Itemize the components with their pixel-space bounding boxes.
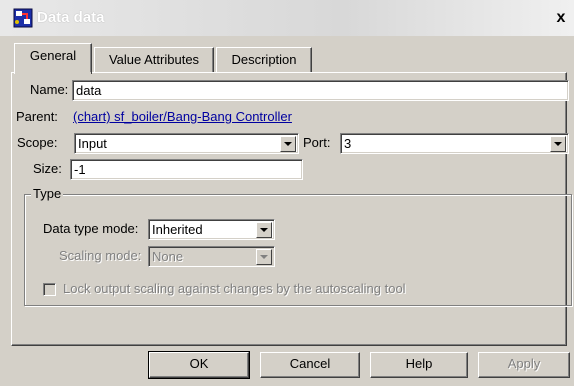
- ok-button[interactable]: OK: [148, 351, 250, 379]
- cancel-button-label: Cancel: [289, 356, 331, 371]
- window-title: Data data: [37, 9, 105, 26]
- help-button-label: Help: [405, 356, 433, 371]
- chevron-down-icon[interactable]: [280, 136, 296, 152]
- scaling-mode-dropdown: None: [148, 246, 275, 267]
- scope-dropdown[interactable]: Input: [74, 133, 299, 154]
- ok-button-label: OK: [189, 356, 209, 371]
- chevron-down-icon[interactable]: [550, 136, 566, 152]
- stateflow-chart-icon: [13, 8, 33, 28]
- port-label: Port:: [303, 135, 331, 150]
- tab-value-attributes[interactable]: Value Attributes: [94, 47, 214, 74]
- lock-scaling-checkbox[interactable]: [43, 283, 56, 296]
- apply-button[interactable]: Apply: [478, 352, 570, 378]
- tab-general-label: General: [29, 48, 77, 63]
- apply-button-label: Apply: [507, 356, 541, 371]
- scaling-mode-value: None: [152, 249, 184, 264]
- chevron-down-icon: [256, 249, 272, 265]
- tab-description[interactable]: Description: [216, 47, 312, 74]
- name-field[interactable]: data: [72, 80, 569, 101]
- scope-label: Scope:: [17, 135, 58, 150]
- cancel-button[interactable]: Cancel: [260, 352, 360, 378]
- name-label: Name:: [30, 82, 69, 97]
- scope-value: Input: [78, 136, 107, 151]
- port-dropdown[interactable]: 3: [340, 133, 569, 154]
- parent-label: Parent:: [16, 109, 58, 124]
- port-value: 3: [344, 136, 352, 151]
- tab-general[interactable]: General: [14, 43, 92, 74]
- data-type-mode-dropdown[interactable]: Inherited: [148, 219, 275, 240]
- help-button[interactable]: Help: [370, 352, 468, 378]
- tab-description-label: Description: [231, 52, 297, 67]
- chevron-down-icon[interactable]: [256, 222, 272, 238]
- close-icon[interactable]: x: [552, 8, 570, 28]
- scaling-mode-label: Scaling mode:: [59, 248, 142, 263]
- title-bar[interactable]: Data data x: [0, 0, 574, 36]
- lock-scaling-label: Lock output scaling against changes by t…: [63, 281, 406, 296]
- size-label: Size:: [33, 161, 62, 176]
- size-field[interactable]: -1: [70, 159, 303, 180]
- data-type-mode-label: Data type mode:: [43, 221, 139, 236]
- type-group-title: Type: [31, 186, 64, 202]
- parent-link[interactable]: (chart) sf_boiler/Bang-Bang Controller: [73, 107, 292, 127]
- data-type-mode-value: Inherited: [152, 222, 203, 237]
- active-tab-join: [15, 72, 91, 74]
- tab-value-attributes-label: Value Attributes: [108, 52, 200, 67]
